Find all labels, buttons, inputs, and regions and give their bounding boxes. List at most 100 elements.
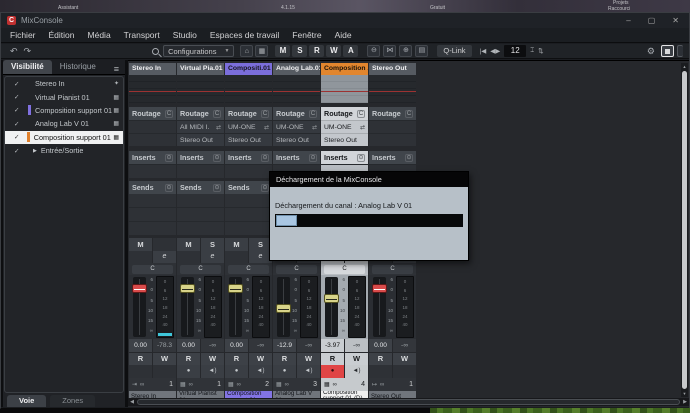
menu-item-edition[interactable]: Édition (49, 30, 75, 40)
read-all-button[interactable]: R (309, 45, 324, 57)
scroll-down-icon[interactable]: ▼ (681, 390, 688, 397)
fader-cap[interactable] (276, 304, 291, 313)
volume-fader[interactable]: 6 0 5 10 15 ∞ (130, 276, 154, 338)
track-visibility-row[interactable]: ✓ ▶ Entrée/Sortie (5, 144, 123, 157)
routing-edit-icon[interactable]: C (261, 110, 269, 118)
volume-fader[interactable]: 6 0 5 10 15 ∞ (226, 276, 250, 338)
track-visibility-row[interactable]: ✓ ▶ Composition support 01 ▦ (5, 104, 123, 117)
suspend-automation-button[interactable]: A (343, 45, 358, 57)
pan-control[interactable]: C (276, 265, 317, 274)
visibility-check-icon[interactable]: ✓ (14, 120, 23, 128)
inserts-options-icon[interactable]: ⊙ (309, 154, 317, 162)
channel-header[interactable]: Compositi.01 (225, 63, 272, 75)
track-visibility-row[interactable]: ✓ ▶ Virtual Pianist 01 ▦ (5, 90, 123, 103)
scroll-left-icon[interactable]: ◀ (128, 398, 136, 406)
tab-visibilite[interactable]: Visibilité (3, 60, 52, 74)
monitor-button[interactable]: ◄) (393, 365, 416, 378)
channel-pictures-zone[interactable] (369, 75, 416, 103)
input-routing-slot[interactable]: UM-ONE ⇄ (225, 120, 272, 133)
close-button[interactable]: ✕ (672, 13, 679, 28)
track-visibility-row[interactable]: ✓ ▶ Analog Lab V 01 ▦ (5, 117, 123, 130)
read-automation-button[interactable]: R (129, 353, 152, 365)
write-automation-button[interactable]: W (297, 353, 320, 365)
monitor-button[interactable]: ◄) (153, 365, 176, 378)
routing-edit-icon[interactable]: C (309, 110, 317, 118)
write-automation-button[interactable]: W (393, 353, 416, 365)
sends-options-icon[interactable]: ⊙ (165, 184, 173, 192)
routing-section-header[interactable]: Routage C (225, 107, 272, 120)
write-automation-button[interactable]: W (249, 353, 272, 365)
routing-edit-icon[interactable]: C (405, 110, 413, 118)
channel-header[interactable]: Stereo Out (369, 63, 416, 75)
solo-all-button[interactable]: S (292, 45, 307, 57)
vertical-scrollbar[interactable]: ▲ ▼ (681, 63, 688, 397)
bypass-eq-icon[interactable]: ⋈ (383, 45, 396, 57)
send-slots[interactable] (177, 194, 224, 235)
visibility-check-icon[interactable]: ✓ (14, 147, 23, 155)
rack-settings-icon[interactable]: ▤ (415, 45, 428, 57)
hamburger-menu-icon[interactable]: ≡ (114, 64, 125, 74)
snapshot-icon[interactable]: ⌂ (240, 45, 253, 57)
listen-button[interactable] (129, 251, 152, 263)
mute-all-button[interactable]: M (275, 45, 290, 57)
insert-slot[interactable] (129, 164, 176, 178)
inserts-options-icon[interactable]: ⊙ (213, 154, 221, 162)
go-first-channel-icon[interactable]: |◀ (480, 47, 487, 55)
title-bar[interactable]: C MixConsole – ▢ ✕ (1, 13, 689, 28)
routing-section-header[interactable]: Routage C (321, 107, 368, 120)
channel-header[interactable]: Analog Lab.01 (273, 63, 320, 75)
menu-item-media[interactable]: Média (88, 30, 111, 40)
fader-cap[interactable] (324, 294, 339, 303)
record-enable-button[interactable]: ● (321, 365, 344, 378)
search-icon[interactable] (152, 48, 159, 55)
input-routing-slot[interactable]: UM-ONE ⇄ (273, 120, 320, 133)
menu-item-aide[interactable]: Aide (335, 30, 352, 40)
track-visibility-row[interactable]: ✓ ▶ Composition support 01 (D) ▦ (5, 131, 123, 144)
volume-value[interactable]: 0.00 (225, 339, 248, 352)
solo-button[interactable]: S (201, 238, 224, 251)
configurations-dropdown[interactable]: Configurations ▼ (163, 45, 234, 57)
read-automation-button[interactable]: R (177, 353, 200, 365)
volume-value[interactable]: -3.97 (321, 339, 344, 352)
expand-arrow-icon[interactable]: ▶ (33, 148, 37, 154)
tab-zones[interactable]: Zones (50, 395, 95, 407)
inserts-options-icon[interactable]: ⊙ (405, 154, 413, 162)
peak-value[interactable]: -∞ (297, 339, 320, 352)
record-enable-button[interactable]: ● (369, 365, 392, 378)
menu-item-fichier[interactable]: Fichier (10, 30, 36, 40)
output-routing-slot[interactable]: Stereo Out (321, 133, 368, 146)
output-routing-slot[interactable]: Stereo Out (177, 133, 224, 146)
fader-track[interactable] (325, 277, 338, 337)
routing-section-header[interactable]: Routage C (273, 107, 320, 120)
pan-control[interactable]: C (372, 265, 413, 274)
volume-fader[interactable]: 6 0 5 10 15 ∞ (178, 276, 202, 338)
monitor-button[interactable]: ◄) (297, 365, 320, 378)
peak-value[interactable]: -∞ (249, 339, 272, 352)
solo-button[interactable]: S (153, 238, 176, 251)
pan-control[interactable]: C (132, 265, 173, 274)
volume-fader[interactable]: 6 0 5 10 15 ∞ (370, 276, 394, 338)
record-enable-button[interactable]: ● (225, 365, 248, 378)
horizontal-scrollbar[interactable]: ◀ ▶ (128, 398, 689, 406)
channel-pictures-zone[interactable] (177, 75, 224, 103)
input-routing-slot[interactable]: ⇄ (129, 120, 176, 133)
maximize-button[interactable]: ▢ (648, 13, 656, 28)
routing-edit-icon[interactable]: C (165, 110, 173, 118)
fader-cap[interactable] (372, 284, 387, 293)
record-enable-button[interactable]: ● (273, 365, 296, 378)
count-spinner-icon[interactable]: ⇅ (538, 47, 543, 55)
read-automation-button[interactable]: R (369, 353, 392, 365)
mute-button[interactable]: M (129, 238, 152, 251)
input-routing-slot[interactable]: ⇄ (369, 120, 416, 133)
write-automation-button[interactable]: W (153, 353, 176, 365)
fader-cap[interactable] (228, 284, 243, 293)
channel-pictures-zone[interactable] (273, 75, 320, 103)
channel-count-value[interactable]: 12 (504, 45, 526, 57)
pan-control[interactable]: C (324, 265, 365, 274)
menu-item-studio[interactable]: Studio (173, 30, 197, 40)
send-slots[interactable] (225, 194, 272, 235)
routing-section-header[interactable]: Routage C (129, 107, 176, 120)
inserts-section-header[interactable]: Inserts ⊙ (129, 151, 176, 164)
monitor-button[interactable]: ◄) (345, 365, 368, 378)
channel-pictures-zone[interactable] (129, 75, 176, 103)
